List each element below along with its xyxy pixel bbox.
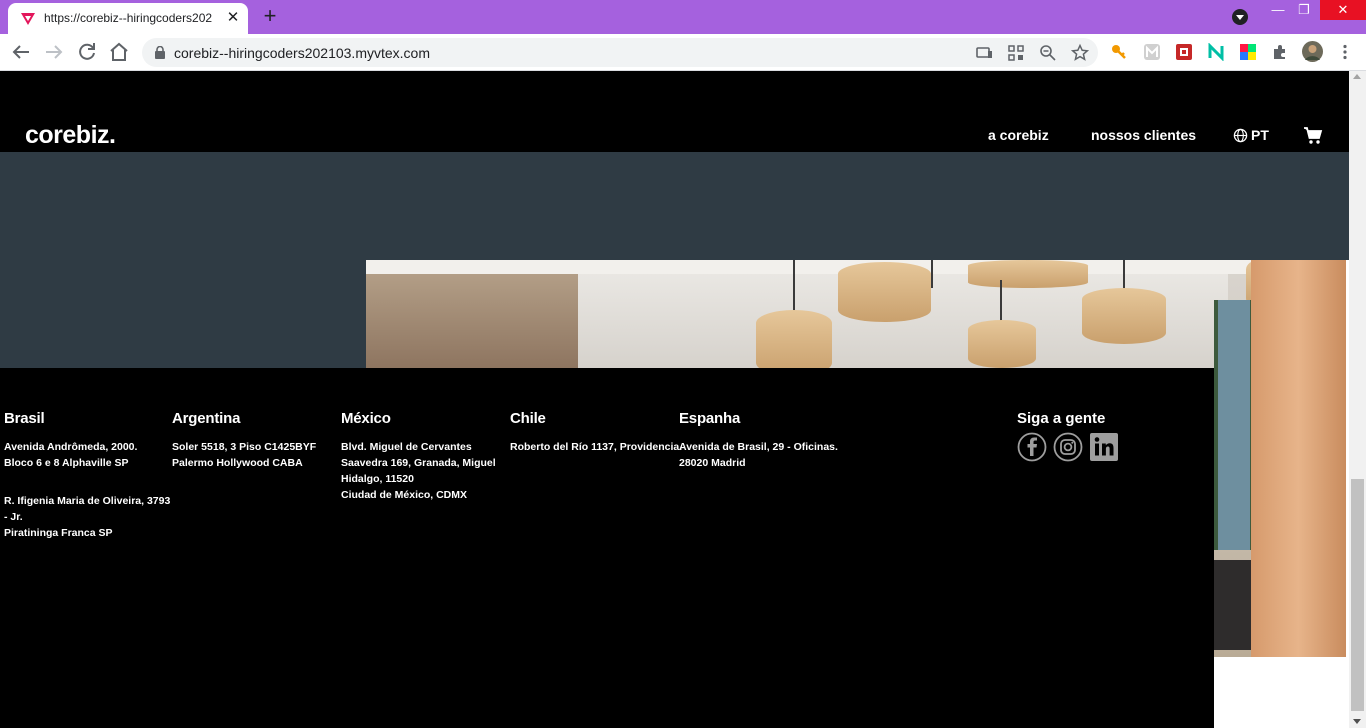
- page-viewport: corebiz. a corebiz nossos clientes PT Br…: [0, 71, 1366, 728]
- footer-address-line: Bloco 6 e 8 Alphaville SP: [4, 457, 129, 469]
- browser-tab[interactable]: https://corebiz--hiringcoders202 ✕: [8, 3, 248, 34]
- footer-address-line: Avenida Andrômeda, 2000.: [4, 441, 138, 453]
- linkedin-icon[interactable]: [1089, 432, 1119, 462]
- qr-code-icon[interactable]: [1006, 43, 1026, 63]
- footer-col-espanha: Espanha Avenida de Brasil, 29 - Oficinas…: [679, 410, 838, 471]
- minimize-button[interactable]: —: [1264, 0, 1292, 22]
- footer-address-line: Roberto del Río 1137, Providencia.: [510, 441, 683, 453]
- instagram-icon[interactable]: [1053, 432, 1083, 462]
- footer-col-brasil: Brasil Avenida Andrômeda, 2000. Bloco 6 …: [4, 410, 170, 541]
- footer-social: Siga a gente: [1017, 410, 1118, 462]
- page-scrollbar[interactable]: [1349, 71, 1366, 728]
- bookmark-star-icon[interactable]: [1070, 43, 1090, 63]
- footer-col-chile: Chile Roberto del Río 1137, Providencia.: [510, 410, 682, 455]
- scroll-down-arrow-icon[interactable]: [1353, 719, 1361, 724]
- footer-address-line: Blvd. Miguel de Cervantes: [341, 441, 472, 453]
- footer-country-title: Brasil: [4, 410, 45, 427]
- profile-avatar-icon[interactable]: [1302, 41, 1323, 62]
- window-close-button[interactable]: ✕: [1320, 0, 1366, 20]
- browser-toolbar: corebiz--hiringcoders202103.myvtex.com: [0, 34, 1366, 71]
- n-extension-icon[interactable]: [1207, 43, 1225, 61]
- scrollbar-thumb[interactable]: [1351, 479, 1364, 711]
- hero-band: [0, 152, 1349, 260]
- restore-button[interactable]: ❐: [1290, 0, 1318, 22]
- footer-address-line: Soler 5518, 3 Piso C1425BYF: [172, 441, 317, 453]
- tab-title: https://corebiz--hiringcoders202: [44, 11, 213, 25]
- footer-country-title: Chile: [510, 410, 546, 427]
- lock-icon: [155, 46, 165, 59]
- footer-address-line: Palermo Hollywood CABA: [172, 457, 303, 469]
- cart-icon[interactable]: [1303, 126, 1323, 145]
- home-icon[interactable]: [107, 40, 131, 64]
- footer-country-title: México: [341, 410, 391, 427]
- nav-a-corebiz[interactable]: a corebiz: [988, 127, 1049, 143]
- browser-tab-bar: https://corebiz--hiringcoders202 ✕ + — ❐…: [0, 0, 1366, 34]
- language-label: PT: [1251, 127, 1269, 143]
- vtex-favicon-icon: [21, 13, 35, 25]
- forward-icon[interactable]: [42, 40, 66, 64]
- footer-address-line: Avenida de Brasil, 29 - Oficinas.: [679, 441, 838, 453]
- footer-address-line: 28020 Madrid: [679, 457, 746, 469]
- back-icon[interactable]: [9, 40, 33, 64]
- footer-country-title: Argentina: [172, 410, 241, 427]
- tab-search-icon[interactable]: [1232, 9, 1248, 25]
- address-bar[interactable]: corebiz--hiringcoders202103.myvtex.com: [142, 38, 1098, 67]
- footer-address-line: R. Ifigenia Maria de Oliveira, 3793: [4, 495, 171, 507]
- key-extension-icon[interactable]: [1110, 43, 1128, 61]
- cast-icon[interactable]: [974, 43, 994, 63]
- reload-icon[interactable]: [75, 40, 99, 64]
- site-footer: Brasil Avenida Andrômeda, 2000. Bloco 6 …: [0, 368, 1214, 728]
- corebiz-logo[interactable]: corebiz.: [25, 121, 116, 150]
- hero-left-panel: [0, 260, 366, 368]
- site-header: corebiz. a corebiz nossos clientes PT: [0, 71, 1349, 152]
- new-tab-button[interactable]: +: [258, 5, 282, 28]
- scroll-up-arrow-icon[interactable]: [1353, 74, 1361, 79]
- url-text: corebiz--hiringcoders202103.myvtex.com: [174, 45, 430, 61]
- footer-address-line: Saavedra 169, Granada, Miguel: [341, 457, 496, 469]
- footer-address-line: Ciudad de México, CDMX: [341, 489, 468, 501]
- footer-country-title: Espanha: [679, 410, 741, 427]
- footer-col-argentina: Argentina Soler 5518, 3 Piso C1425BYF Pa…: [172, 410, 316, 471]
- social-heading: Siga a gente: [1017, 410, 1106, 427]
- color-extension-icon[interactable]: [1239, 43, 1257, 61]
- m-extension-icon[interactable]: [1143, 43, 1161, 61]
- nav-nossos-clientes[interactable]: nossos clientes: [1091, 127, 1196, 143]
- globe-icon: [1233, 128, 1248, 143]
- footer-address-line: Hidalgo, 11520: [341, 473, 414, 485]
- facebook-icon[interactable]: [1017, 432, 1047, 462]
- menu-kebab-icon[interactable]: [1336, 43, 1354, 61]
- footer-address-line: - Jr.: [4, 511, 23, 523]
- footer-col-mexico: México Blvd. Miguel de Cervantes Saavedr…: [341, 410, 496, 503]
- pixel-extension-icon[interactable]: [1175, 43, 1193, 61]
- tab-close-icon[interactable]: ✕: [224, 9, 242, 27]
- zoom-icon[interactable]: [1038, 43, 1058, 63]
- footer-address-line: Piratininga Franca SP: [4, 527, 113, 539]
- extensions-puzzle-icon[interactable]: [1271, 43, 1289, 61]
